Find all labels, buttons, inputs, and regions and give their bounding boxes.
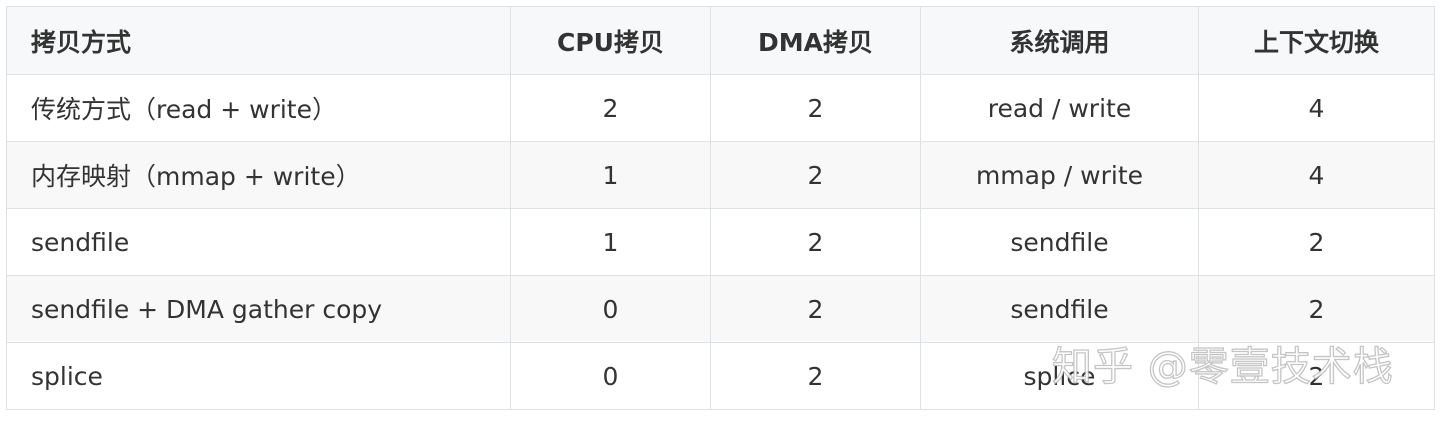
header-cpu-copy: CPU拷贝 [510, 6, 711, 75]
cell-system-call: splice [920, 342, 1199, 410]
cell-cpu-copy: 2 [510, 74, 711, 142]
header-dma-copy: DMA拷贝 [710, 6, 921, 75]
table-header: 拷贝方式 CPU拷贝 DMA拷贝 系统调用 上下文切换 [6, 6, 1435, 75]
cell-context-switch: 4 [1198, 141, 1435, 209]
header-system-call: 系统调用 [920, 6, 1199, 75]
comparison-table-container: 拷贝方式 CPU拷贝 DMA拷贝 系统调用 上下文切换 传统方式（read + … [6, 6, 1435, 410]
cell-context-switch: 2 [1198, 342, 1435, 410]
table-header-row: 拷贝方式 CPU拷贝 DMA拷贝 系统调用 上下文切换 [6, 6, 1435, 75]
cell-dma-copy: 2 [710, 275, 921, 343]
table-row: sendfile 1 2 sendfile 2 [6, 208, 1435, 276]
cell-copy-method: sendfile + DMA gather copy [6, 275, 511, 343]
cell-context-switch: 2 [1198, 208, 1435, 276]
cell-dma-copy: 2 [710, 74, 921, 142]
cell-system-call: mmap / write [920, 141, 1199, 209]
cell-cpu-copy: 0 [510, 342, 711, 410]
cell-context-switch: 2 [1198, 275, 1435, 343]
zero-copy-comparison-table: 拷贝方式 CPU拷贝 DMA拷贝 系统调用 上下文切换 传统方式（read + … [6, 6, 1435, 410]
cell-dma-copy: 2 [710, 208, 921, 276]
cell-cpu-copy: 1 [510, 141, 711, 209]
header-context-switch: 上下文切换 [1198, 6, 1435, 75]
cell-copy-method: splice [6, 342, 511, 410]
table-body: 传统方式（read + write） 2 2 read / write 4 内存… [6, 74, 1435, 410]
table-row: sendfile + DMA gather copy 0 2 sendfile … [6, 275, 1435, 343]
header-copy-method: 拷贝方式 [6, 6, 511, 75]
table-row: 内存映射（mmap + write） 1 2 mmap / write 4 [6, 141, 1435, 209]
cell-copy-method: 传统方式（read + write） [6, 74, 511, 142]
cell-cpu-copy: 0 [510, 275, 711, 343]
table-row: 传统方式（read + write） 2 2 read / write 4 [6, 74, 1435, 142]
cell-system-call: sendfile [920, 208, 1199, 276]
table-row: splice 0 2 splice 2 [6, 342, 1435, 410]
cell-dma-copy: 2 [710, 141, 921, 209]
cell-context-switch: 4 [1198, 74, 1435, 142]
cell-system-call: read / write [920, 74, 1199, 142]
cell-cpu-copy: 1 [510, 208, 711, 276]
cell-dma-copy: 2 [710, 342, 921, 410]
cell-copy-method: sendfile [6, 208, 511, 276]
cell-copy-method: 内存映射（mmap + write） [6, 141, 511, 209]
cell-system-call: sendfile [920, 275, 1199, 343]
